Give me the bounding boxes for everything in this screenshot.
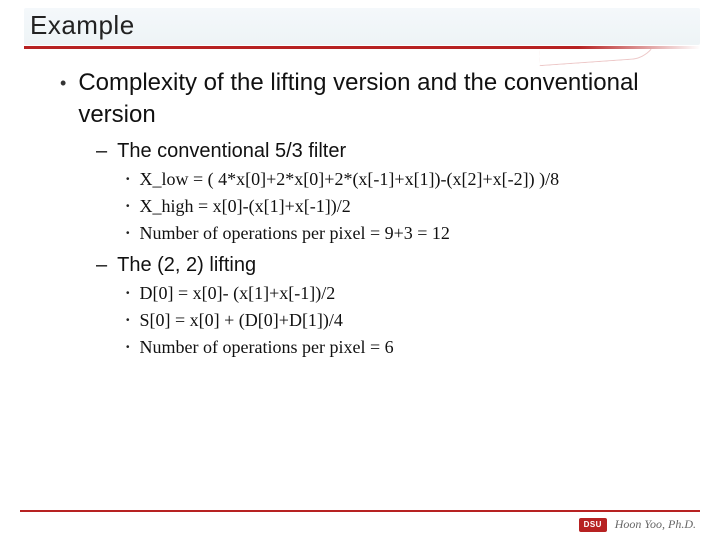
- dot-icon: •: [126, 315, 130, 326]
- dot-icon: •: [126, 174, 130, 185]
- equation-text: X_low = ( 4*x[0]+2*x[0]+2*(x[-1]+x[1])-(…: [140, 167, 560, 191]
- equation-text: D[0] = x[0]- (x[1]+x[-1])/2: [140, 281, 336, 305]
- summary-text: Number of operations per pixel = 9+3 = 1…: [140, 221, 450, 245]
- section-heading: The (2, 2) lifting: [117, 252, 256, 279]
- dot-icon: •: [126, 342, 130, 353]
- logo-badge: DSU: [579, 518, 607, 532]
- summary-text: Number of operations per pixel = 6: [140, 335, 394, 359]
- equation-text: X_high = x[0]-(x[1]+x[-1])/2: [140, 194, 351, 218]
- section-heading: The conventional 5/3 filter: [117, 138, 346, 165]
- main-bullet-text: Complexity of the lifting version and th…: [78, 67, 680, 132]
- dash-icon: –: [96, 254, 107, 277]
- dash-icon: –: [96, 140, 107, 163]
- footer: DSU Hoon Yoo, Ph.D.: [579, 517, 696, 532]
- content-area: • Complexity of the lifting version and …: [20, 59, 700, 360]
- dot-icon: •: [126, 201, 130, 212]
- slide: Example • Complexity of the lifting vers…: [0, 0, 720, 540]
- author-text: Hoon Yoo, Ph.D.: [615, 517, 696, 532]
- dot-icon: •: [126, 288, 130, 299]
- dot-icon: •: [126, 228, 130, 239]
- footer-underline: [20, 510, 700, 512]
- bullet-icon: •: [60, 73, 66, 94]
- title-wrap: Example: [24, 8, 700, 49]
- title-underline: [24, 46, 700, 49]
- equation-text: S[0] = x[0] + (D[0]+D[1])/4: [140, 308, 343, 332]
